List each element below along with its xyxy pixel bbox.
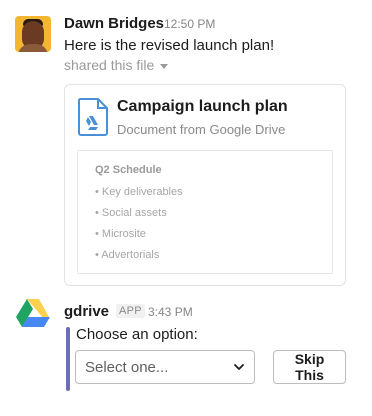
file-subtitle: Document from Google Drive (117, 122, 286, 137)
shared-file-menu[interactable]: shared this file (64, 57, 169, 73)
attachment-bar (66, 327, 70, 391)
caret-down-icon (160, 63, 169, 69)
user-avatar[interactable] (15, 16, 51, 52)
preview-item: • Social assets (95, 207, 167, 219)
file-card[interactable]: Campaign launch plan Document from Googl… (64, 84, 346, 286)
skip-button[interactable]: Skip This (273, 350, 346, 384)
app-badge: APP (116, 304, 145, 318)
google-drive-logo[interactable] (15, 294, 51, 330)
sender-name[interactable]: gdrive (64, 303, 109, 320)
message-timestamp[interactable]: 12:50 PM (164, 17, 215, 31)
preview-list: • Key deliverables • Social assets • Mic… (95, 185, 183, 269)
action-prompt: Choose an option: (76, 326, 198, 343)
preview-item: • Advertorials (95, 249, 160, 261)
google-doc-icon (77, 98, 108, 136)
preview-heading: Q2 Schedule (95, 164, 162, 176)
select-value: Select one... (85, 358, 169, 376)
message-text: Here is the revised launch plan! (64, 37, 275, 54)
preview-item: • Key deliverables (95, 186, 183, 198)
file-title[interactable]: Campaign launch plan (117, 98, 288, 116)
message-timestamp[interactable]: 3:43 PM (148, 305, 193, 319)
sender-name[interactable]: Dawn Bridges (64, 15, 164, 32)
option-select[interactable]: Select one... (75, 350, 255, 384)
file-preview[interactable]: Q2 Schedule • Key deliverables • Social … (77, 150, 333, 274)
shared-label: shared this file (64, 57, 155, 73)
preview-item: • Microsite (95, 228, 146, 240)
chevron-down-icon (234, 364, 244, 370)
